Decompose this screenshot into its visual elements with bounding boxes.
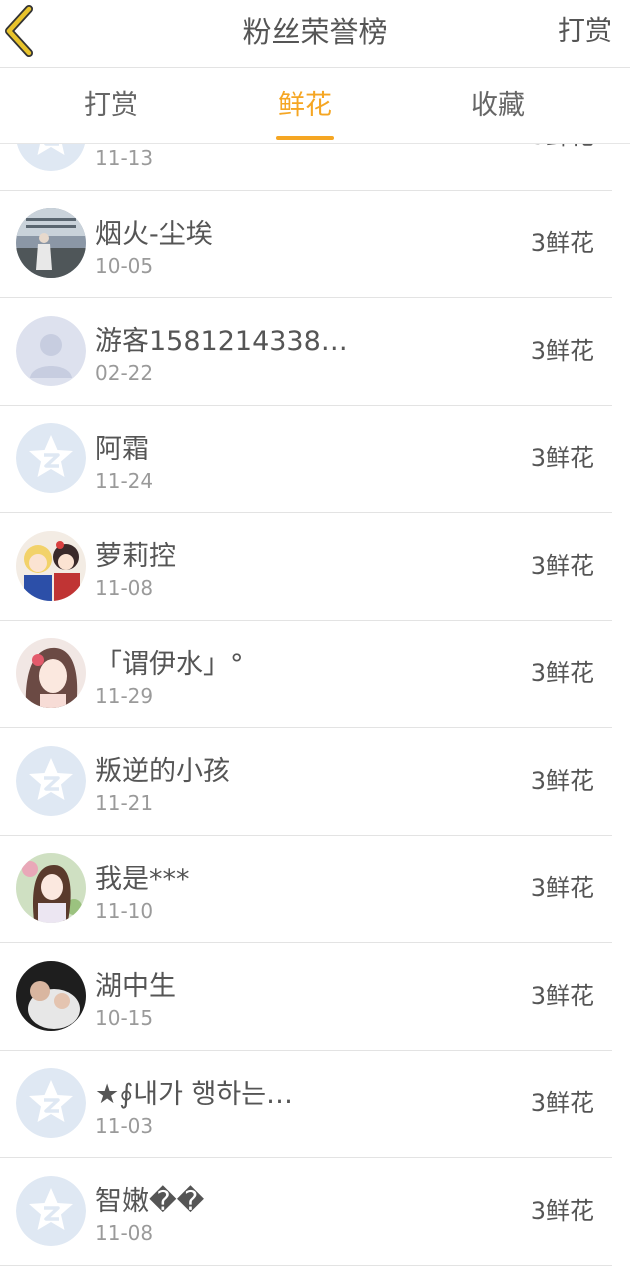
fan-date: 11-29 xyxy=(95,683,154,708)
tab-tips[interactable]: 打赏 xyxy=(26,68,196,144)
avatar[interactable] xyxy=(16,1068,86,1139)
fan-list-item[interactable]: ★∮내가 행하는… 11-03 3鲜花 xyxy=(0,1050,630,1158)
flower-count: 3鲜花 xyxy=(530,981,594,1010)
anime-avatar-icon xyxy=(16,853,86,924)
tab-label: 打赏 xyxy=(84,90,138,121)
fan-name: 阿霜 xyxy=(95,433,149,465)
avatar[interactable] xyxy=(16,315,86,386)
flower-count: 3鲜花 xyxy=(530,444,594,473)
fan-name: 「谓伊水」° xyxy=(95,648,244,680)
fan-name: 智嫩�� xyxy=(95,1186,205,1217)
tab-favorites[interactable]: 收藏 xyxy=(413,68,583,144)
fan-list-item[interactable]: 叛逆的小孩 11-21 3鲜花 xyxy=(0,727,630,836)
default-qq-avatar-icon xyxy=(16,144,86,171)
fan-date: 10-05 xyxy=(95,253,154,278)
fan-date: 11-08 xyxy=(95,1221,154,1245)
flower-count: 3鲜花 xyxy=(530,336,594,365)
chevron-left-icon xyxy=(5,5,33,57)
page-title: 粉丝荣誉榜 xyxy=(242,15,388,49)
flower-count: 3鲜花 xyxy=(530,1196,594,1225)
fan-list-item[interactable]: 烟火-尘埃 10-05 3鲜花 xyxy=(0,190,630,298)
fan-list-item[interactable]: 萝莉控 11-08 3鲜花 xyxy=(0,512,630,621)
tab-label: 收藏 xyxy=(471,90,525,121)
flower-count: 3鲜花 xyxy=(530,659,594,688)
fan-list-item[interactable]: 智嫩�� 11-08 3鲜花 xyxy=(0,1157,630,1266)
avatar[interactable] xyxy=(16,960,86,1031)
anime-avatar-icon xyxy=(16,638,86,709)
flower-count: 3鲜花 xyxy=(530,766,594,795)
avatar[interactable] xyxy=(16,530,86,601)
avatar[interactable] xyxy=(16,423,86,494)
tab-bar: 打赏 鲜花 收藏 xyxy=(0,68,630,144)
fan-date: 10-15 xyxy=(95,1006,154,1030)
avatar[interactable] xyxy=(16,853,86,924)
fan-list-item[interactable]: 我是*** 11-10 3鲜花 xyxy=(0,835,630,943)
divider xyxy=(0,1264,612,1266)
fan-list-item[interactable]: 阿霜 11-24 3鲜花 xyxy=(0,405,630,513)
flower-count: 3鲜花 xyxy=(530,551,594,580)
default-qq-avatar-icon xyxy=(16,1175,86,1246)
default-qq-avatar-icon xyxy=(16,423,86,494)
fan-date: 11-13 xyxy=(95,146,154,170)
fan-date: 11-21 xyxy=(95,791,154,815)
fan-name: 湖中生 xyxy=(95,971,176,1002)
tip-button[interactable]: 打赏 xyxy=(558,0,612,64)
fan-list-item[interactable]: 湖中生 10-15 3鲜花 xyxy=(0,942,630,1051)
fan-list-item[interactable]: 「谓伊水」° 11-29 3鲜花 xyxy=(0,620,630,728)
fan-name: 萝莉控 xyxy=(95,541,176,572)
flower-count: 3鲜花 xyxy=(530,1089,594,1118)
flower-count: 3鲜花 xyxy=(531,144,594,153)
back-button[interactable] xyxy=(0,5,40,57)
avatar[interactable] xyxy=(16,638,86,709)
fan-list[interactable]: 丁怀 11-13 3鲜花 烟火-尘埃 10-05 3鲜花 游客1 xyxy=(0,144,630,1280)
fan-date: 02-22 xyxy=(95,361,154,385)
fan-list-item[interactable]: 丁怀 11-13 3鲜花 xyxy=(0,144,630,191)
anime-avatar-icon xyxy=(16,530,86,601)
avatar[interactable] xyxy=(16,144,86,171)
top-bar: 粉丝荣誉榜 打赏 xyxy=(0,0,630,68)
fan-date: 11-24 xyxy=(95,468,154,493)
default-qq-avatar-icon xyxy=(16,745,86,816)
avatar[interactable] xyxy=(16,208,86,279)
default-person-avatar-icon xyxy=(16,315,86,386)
fan-name: ★∮내가 행하는… xyxy=(95,1078,294,1110)
fan-date: 11-03 xyxy=(95,1113,154,1138)
tab-label: 鲜花 xyxy=(278,90,332,121)
fan-name: 叛逆的小孩 xyxy=(95,756,230,787)
avatar[interactable] xyxy=(16,1175,86,1246)
active-tab-indicator xyxy=(276,136,334,140)
fan-name: 烟火-尘埃 xyxy=(95,218,213,250)
fan-name: 我是*** xyxy=(95,863,190,895)
tab-flowers[interactable]: 鲜花 xyxy=(220,68,390,144)
fan-date: 11-08 xyxy=(95,576,154,600)
default-qq-avatar-icon xyxy=(16,1068,86,1139)
flower-count: 3鲜花 xyxy=(530,229,594,258)
photo-avatar-icon xyxy=(16,208,86,279)
fan-date: 11-10 xyxy=(95,898,154,923)
fan-name: 游客1581214338… xyxy=(95,326,348,357)
photo-avatar-icon xyxy=(16,960,86,1031)
fan-list-item[interactable]: 游客1581214338… 02-22 3鲜花 xyxy=(0,297,630,406)
flower-count: 3鲜花 xyxy=(530,874,594,903)
avatar[interactable] xyxy=(16,745,86,816)
